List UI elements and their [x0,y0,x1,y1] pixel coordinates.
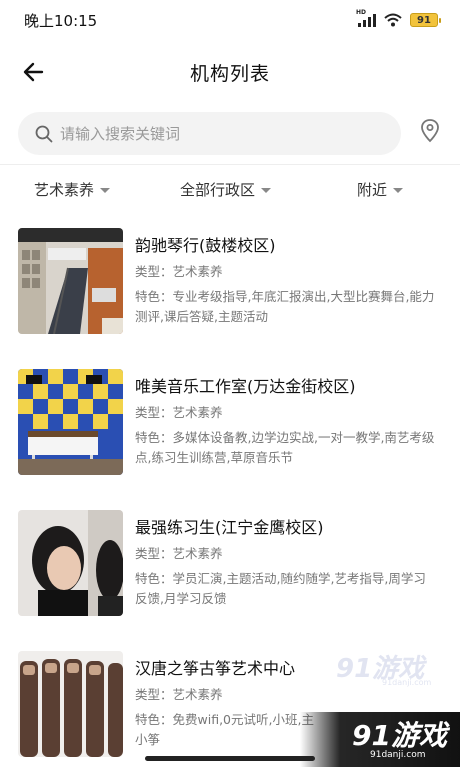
filter-nearby-label: 附近 [357,180,388,199]
list-item[interactable]: 唯美音乐工作室(万达金街校区) 类型：艺术素养 特色：多媒体设备教,边学边实战,… [0,369,460,487]
chevron-down-icon [261,187,272,193]
institution-info: 唯美音乐工作室(万达金街校区) 类型：艺术素养 特色：多媒体设备教,边学边实战,… [135,375,435,468]
institution-photo [18,369,123,475]
institution-type: 类型：艺术素养 [135,264,223,279]
institution-photo [18,651,123,757]
institution-features: 特色：多媒体设备教,边学边实战,一对一教学,南艺考级点,练习生训练营,草原音乐节 [135,430,435,465]
status-time: 晚上10:15 [24,11,98,30]
institution-photo [18,510,123,616]
chevron-down-icon [100,187,111,193]
cellular-signal-icon: HD [356,9,376,27]
home-indicator[interactable] [145,756,315,761]
page-title: 机构列表 [189,62,270,85]
filter-nearby[interactable]: 附近 [357,168,404,210]
institution-features: 特色：专业考级指导,年底汇报演出,大型比赛舞台,能力测评,课后答疑,主题活动 [135,289,435,324]
divider [0,164,460,165]
institution-type: 类型：艺术素养 [135,546,223,561]
status-icons: HD 91 [356,9,441,27]
list-item[interactable]: 最强练习生(江宁金鹰校区) 类型：艺术素养 特色：学员汇演,主题活动,随约随学,… [0,510,460,628]
institution-name: 韵驰琴行(鼓楼校区) [135,236,276,255]
institution-type: 类型：艺术素养 [135,405,223,420]
filter-category-label: 艺术素养 [34,180,95,199]
institution-features: 特色：学员汇演,主题活动,随约随学,艺考指导,周学习反馈,月学习反馈 [135,571,426,606]
institution-name: 最强练习生(江宁金鹰校区) [135,518,324,537]
filter-bar: 艺术素养 全部行政区 附近 [0,168,460,210]
chevron-down-icon [393,187,404,193]
search-row [0,112,460,156]
institution-info: 最强练习生(江宁金鹰校区) 类型：艺术素养 特色：学员汇演,主题活动,随约随学,… [135,516,435,609]
status-bar: 晚上10:15 HD 91 [0,0,460,40]
search-box[interactable] [18,112,401,155]
navigation-header: 机构列表 [0,48,460,96]
filter-district-label: 全部行政区 [180,180,256,199]
battery-icon: 91 [410,13,441,27]
watermark-logo-small: 91游戏 91danji.com [332,648,442,690]
institution-name: 唯美音乐工作室(万达金街校区) [135,377,356,396]
wifi-icon [384,13,402,27]
watermark-large-text: 91游戏 [352,719,447,752]
filter-category[interactable]: 艺术素养 [34,168,111,210]
list-item[interactable]: 韵驰琴行(鼓楼校区) 类型：艺术素养 特色：专业考级指导,年底汇报演出,大型比赛… [0,228,460,346]
network-type-label: HD [356,8,367,16]
location-pin-icon[interactable] [419,118,441,144]
watermark-large-sub: 91danji.com [370,750,426,760]
watermark-logo-large: 91游戏 91danji.com [300,712,460,767]
watermark-small-sub: 91danji.com [382,678,432,687]
filter-district[interactable]: 全部行政区 [180,168,272,210]
back-arrow-icon[interactable] [20,58,48,86]
search-icon [35,125,53,142]
institution-info: 韵驰琴行(鼓楼校区) 类型：艺术素养 特色：专业考级指导,年底汇报演出,大型比赛… [135,234,435,327]
institution-photo [18,228,123,334]
search-input[interactable] [60,124,360,143]
